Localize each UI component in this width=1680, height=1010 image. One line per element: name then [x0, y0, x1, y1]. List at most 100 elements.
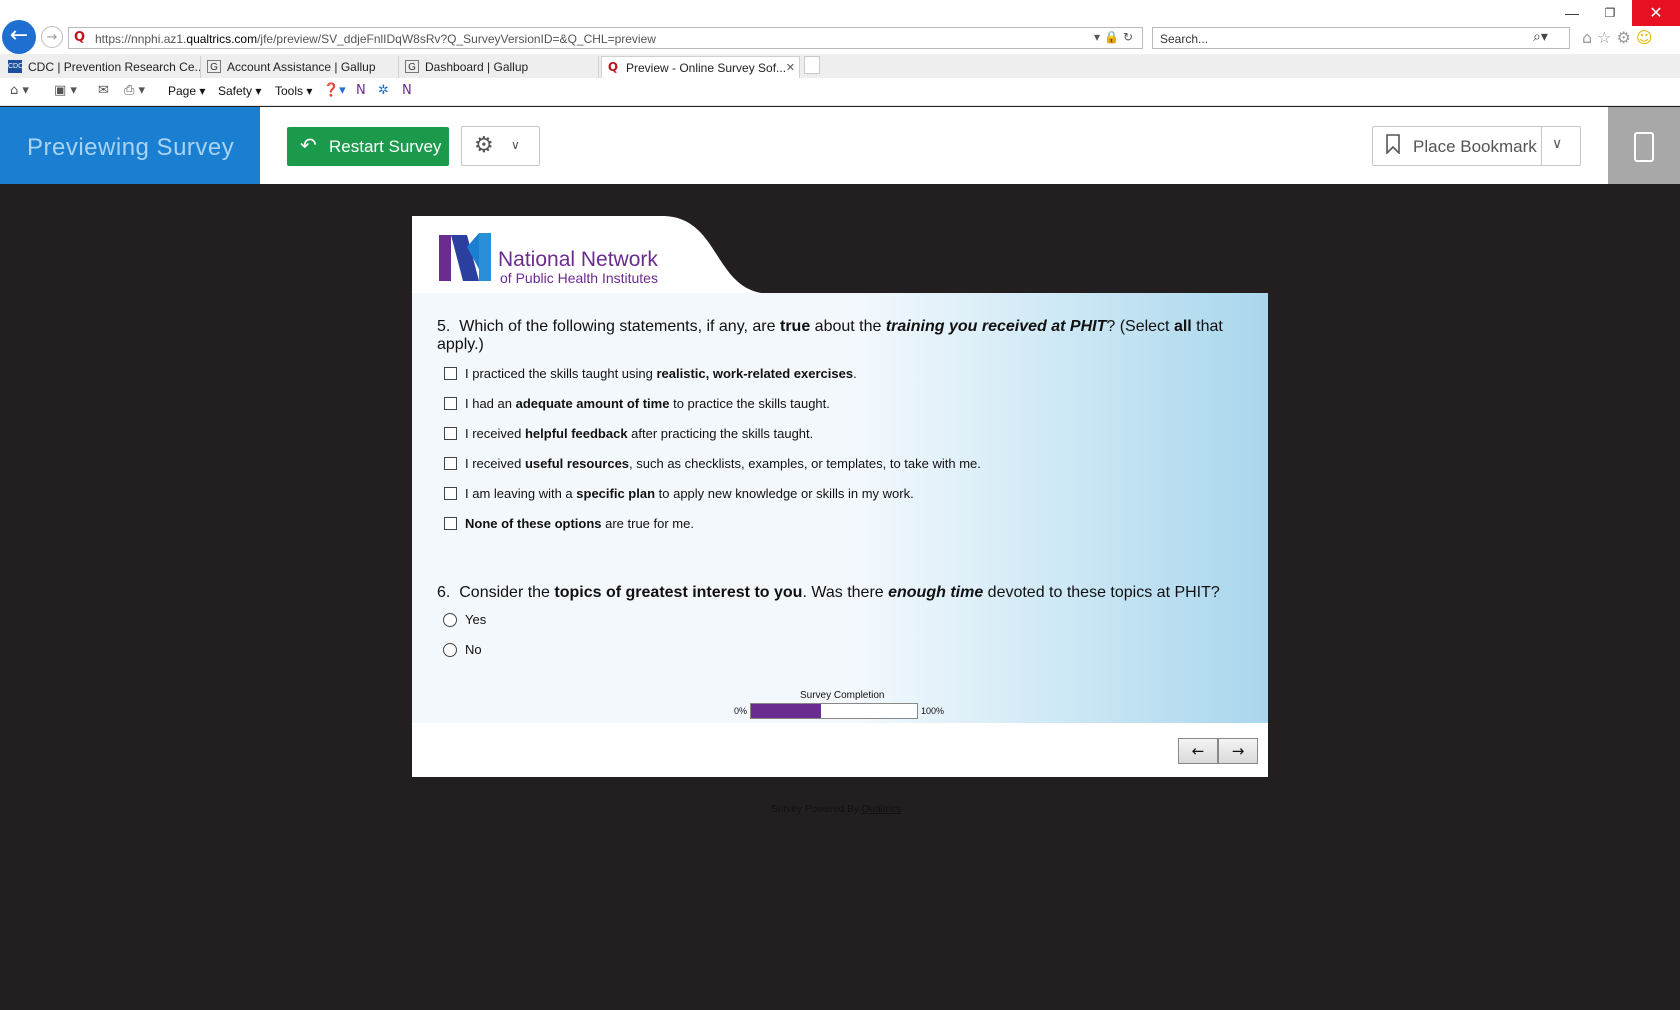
- next-button[interactable]: →: [1218, 738, 1258, 764]
- smiley-icon[interactable]: ☺: [1636, 28, 1658, 47]
- minimize-button[interactable]: —: [1554, 0, 1590, 26]
- tab-label: Dashboard | Gallup: [425, 60, 529, 74]
- gallup-favicon-icon: G: [405, 60, 419, 73]
- option-text: I received: [465, 426, 525, 441]
- question-text-part: Which of the following statements, if an…: [459, 318, 780, 335]
- previous-button[interactable]: ←: [1178, 738, 1218, 764]
- question-text-part: ? (Select: [1106, 318, 1174, 335]
- option-text-bold: useful resources: [524, 456, 630, 471]
- previewing-survey-title: Previewing Survey: [27, 134, 235, 161]
- question-text-part: . Was there: [802, 584, 889, 601]
- qualtrics-link[interactable]: Qualtrics: [862, 804, 901, 815]
- send-to-onenote-icon[interactable]: N: [402, 83, 412, 98]
- checkbox-option-1[interactable]: [444, 367, 457, 380]
- chevron-down-icon: ∨: [511, 138, 520, 152]
- option-5-label[interactable]: I am leaving with a specific plan to app…: [465, 486, 914, 501]
- home-icon[interactable]: ⌂: [1582, 28, 1597, 47]
- research-icon[interactable]: ✲: [378, 83, 389, 98]
- help-icon[interactable]: ❓▾: [323, 83, 346, 98]
- option-3-label[interactable]: I received helpful feedback after practi…: [465, 426, 813, 441]
- radio-yes[interactable]: [443, 613, 457, 627]
- checkbox-option-4[interactable]: [444, 457, 457, 470]
- address-bar-icons[interactable]: ▾🔒↻: [1094, 30, 1137, 44]
- question-text-bold: true: [779, 318, 811, 335]
- option-text: to apply new knowledge or skills in my w…: [655, 486, 914, 501]
- question-text-part: about the: [810, 318, 886, 335]
- page-menu[interactable]: Page ▾: [168, 84, 205, 98]
- safety-menu[interactable]: Safety ▾: [218, 84, 261, 98]
- survey-nav-footer: [412, 723, 1268, 777]
- forward-arrow-icon[interactable]: →: [41, 26, 63, 48]
- option-text: .: [853, 366, 857, 381]
- url-prefix: https://nnphi.az1.: [95, 32, 187, 46]
- url-text[interactable]: https://nnphi.az1.qualtrics.com/jfe/prev…: [95, 32, 656, 46]
- question-text-bold-italic: enough time: [888, 584, 984, 601]
- logo-subtitle: of Public Health Institutes: [500, 270, 658, 286]
- print-icon[interactable]: ⎙ ▾: [124, 83, 145, 98]
- restore-button[interactable]: ❐: [1592, 0, 1628, 26]
- feeds-icon[interactable]: ▣ ▾: [54, 83, 77, 98]
- safety-menu-label: Safety: [218, 84, 253, 98]
- tools-menu[interactable]: Tools ▾: [275, 84, 312, 98]
- option-1-label[interactable]: I practiced the skills taught using real…: [465, 366, 857, 381]
- search-placeholder: Search...: [1160, 32, 1209, 46]
- tab-preview[interactable]: Q Preview - Online Survey Sof... ✕: [601, 56, 800, 78]
- new-tab-button[interactable]: [804, 56, 820, 74]
- tab-account-assistance[interactable]: G Account Assistance | Gallup: [203, 56, 399, 78]
- close-button[interactable]: ✕: [1632, 0, 1680, 26]
- option-text: I practiced the skills taught using: [465, 366, 657, 381]
- option-text: to practice the skills taught.: [669, 396, 830, 411]
- survey-question-area: [412, 293, 1268, 723]
- powered-by-footer: Survey Powered By Qualtrics: [771, 804, 901, 815]
- close-tab-icon[interactable]: ✕: [786, 57, 795, 78]
- mail-icon[interactable]: ✉: [98, 83, 109, 98]
- option-text: , such as checklists, examples, or templ…: [629, 456, 981, 471]
- back-arrow-icon[interactable]: ←: [2, 20, 36, 54]
- search-icon[interactable]: ⌕▾: [1533, 29, 1548, 45]
- checkbox-option-6[interactable]: [444, 517, 457, 530]
- preview-settings-button[interactable]: [461, 126, 540, 166]
- home-icon[interactable]: ⌂ ▾: [10, 83, 29, 98]
- option-text: I had an: [465, 396, 516, 411]
- gear-icon[interactable]: ⚙: [1617, 28, 1636, 47]
- restart-arrow-icon: ↶: [300, 133, 317, 157]
- tab-label: CDC | Prevention Research Ce...: [28, 60, 201, 74]
- tab-dashboard[interactable]: G Dashboard | Gallup: [401, 56, 599, 78]
- bookmark-icon: [1386, 134, 1400, 154]
- question-5-text: 5. Which of the following statements, if…: [437, 318, 1237, 354]
- option-text: I am leaving with a: [465, 486, 577, 501]
- checkbox-option-3[interactable]: [444, 427, 457, 440]
- favorites-star-icon[interactable]: ☆: [1597, 28, 1616, 47]
- option-2-label[interactable]: I had an adequate amount of time to prac…: [465, 396, 830, 411]
- question-text-part: Consider the: [459, 584, 555, 601]
- option-4-label[interactable]: I received useful resources, such as che…: [465, 456, 981, 471]
- onenote-icon[interactable]: N: [356, 83, 366, 98]
- radio-no-label[interactable]: No: [465, 642, 482, 657]
- option-text-bold: realistic, work-related exercises: [656, 366, 854, 381]
- question-number: 6.: [437, 584, 451, 601]
- url-path: /jfe/preview/SV_ddjeFnlIDqW8sRv?Q_Survey…: [257, 32, 656, 46]
- powered-by-text: Survey Powered By: [771, 804, 862, 815]
- nnphi-logo-mark: [439, 233, 491, 281]
- question-text-bold: all: [1173, 318, 1192, 335]
- bookmark-dropdown-chevron-icon[interactable]: ∨: [1552, 136, 1562, 152]
- bookmark-divider: [1541, 127, 1542, 165]
- progress-title: Survey Completion: [800, 690, 885, 701]
- refresh-icon[interactable]: ↻: [1123, 30, 1137, 44]
- qualtrics-favicon-icon: Q: [74, 30, 86, 45]
- checkbox-option-5[interactable]: [444, 487, 457, 500]
- qualtrics-favicon-icon: Q: [607, 60, 619, 74]
- lock-icon[interactable]: 🔒: [1104, 30, 1123, 44]
- checkbox-option-2[interactable]: [444, 397, 457, 410]
- tab-cdc[interactable]: CDC CDC | Prevention Research Ce...: [4, 56, 201, 78]
- progress-max-label: 100%: [921, 706, 945, 716]
- radio-yes-label[interactable]: Yes: [465, 612, 486, 627]
- option-text: I received: [465, 456, 525, 471]
- dropdown-icon[interactable]: ▾: [1094, 30, 1104, 44]
- radio-no[interactable]: [443, 643, 457, 657]
- cdc-favicon-icon: CDC: [8, 60, 23, 73]
- option-6-label[interactable]: None of these options are true for me.: [465, 516, 694, 531]
- option-text-bold: None of these options: [465, 516, 602, 531]
- page-menu-label: Page: [168, 84, 197, 98]
- search-input[interactable]: [1152, 27, 1570, 49]
